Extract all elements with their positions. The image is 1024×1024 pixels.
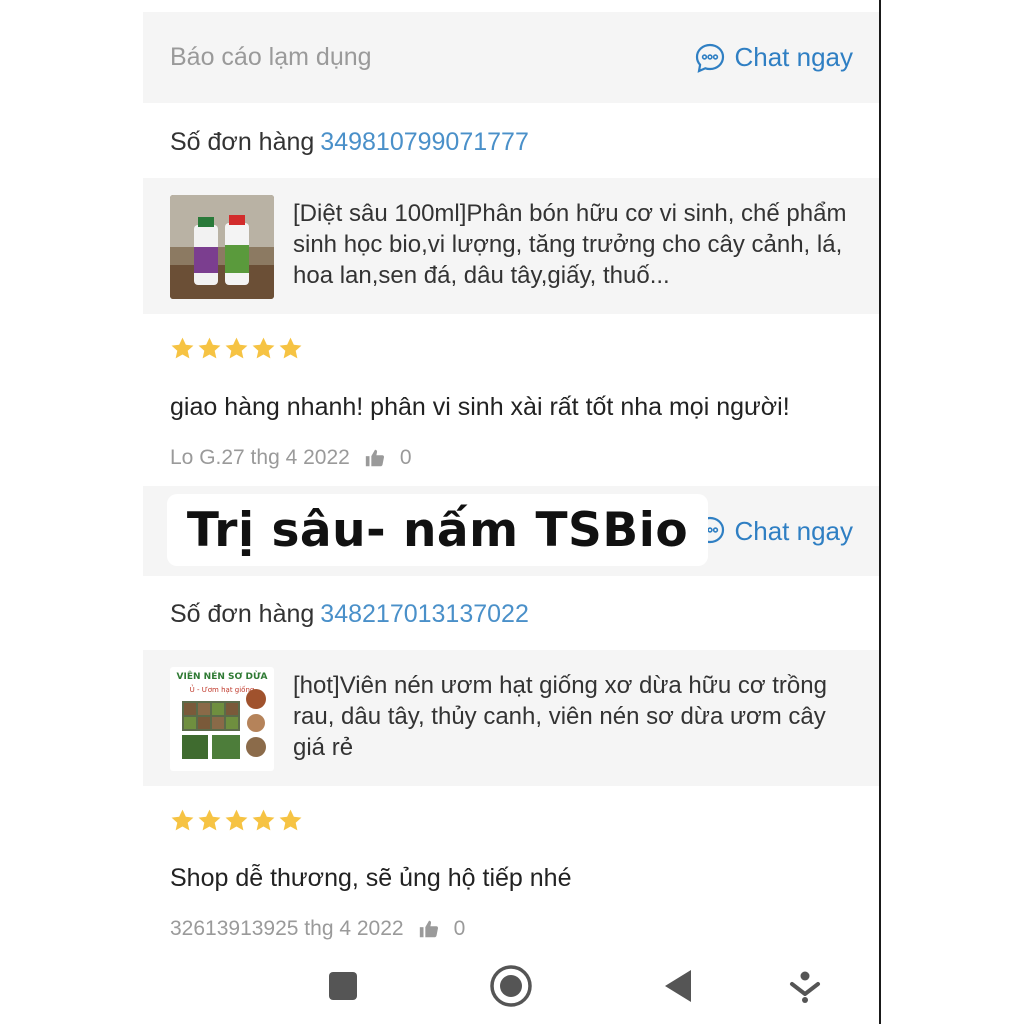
order-label: Số đơn hàng [170,128,315,156]
order-number-row-2: Số đơn hàng 348217013137022 [170,594,529,634]
chat-bubble-icon [696,43,725,73]
chat-now-button-2[interactable]: Chat ngay [694,486,853,576]
star-icon [225,337,248,359]
reviewer-date: Lo G.27 thg 4 2022 [170,446,350,469]
product-thumbnail[interactable] [170,195,274,299]
right-edge-rule [879,0,881,1024]
star-icon [225,809,248,831]
product-thumbnail-2[interactable]: VIÊN NÉN SƠ DỪA Ủ - Ươm hạt giống [170,667,274,771]
star-icon [252,337,275,359]
seedling-pellets-image [182,689,266,759]
order-number[interactable]: 348217013137022 [320,600,529,628]
assist-icon[interactable] [783,964,827,1008]
chat-now-label: Chat ngay [734,42,853,72]
back-triangle-icon[interactable] [657,964,701,1008]
report-bar: Báo cáo lạm dụng Chat ngay [143,12,879,103]
review-text: giao hàng nhanh! phân vi sinh xài rất tố… [170,393,790,421]
star-icon [171,809,194,831]
caption-text: Trị sâu- nấm TSBio [186,502,689,558]
pesticide-bottles-image [170,195,274,299]
star-icon [198,337,221,359]
rating-stars-2 [170,808,303,836]
square-icon[interactable] [321,964,365,1008]
report-abuse-link[interactable]: Báo cáo lạm dụng [170,12,372,103]
circle-home-icon[interactable] [489,964,533,1008]
star-icon [279,337,302,359]
like-count: 0 [453,917,466,940]
order-label: Số đơn hàng [170,600,315,628]
star-icon [198,809,221,831]
product-title[interactable]: [Diệt sâu 100ml]Phân bón hữu cơ vi sinh,… [293,198,853,291]
caption-overlay: Trị sâu- nấm TSBio [167,494,708,566]
review-meta-2: 32613913925 thg 4 2022 0 [170,914,465,944]
review-meta: Lo G.27 thg 4 2022 0 [170,443,412,473]
reviewer-date: 32613913925 thg 4 2022 [170,917,404,940]
order-number[interactable]: 349810799071777 [320,128,529,156]
like-count: 0 [399,446,412,469]
chat-now-button[interactable]: Chat ngay [694,12,853,103]
product-title[interactable]: [hot]Viên nén ươm hạt giống xơ dừa hữu c… [293,670,853,763]
thumbs-up-icon[interactable] [418,918,440,940]
star-icon [279,809,302,831]
review-text-2: Shop dễ thương, sẽ ủng hộ tiếp nhé [170,864,572,892]
product-card-2[interactable]: VIÊN NÉN SƠ DỪA Ủ - Ươm hạt giống [hot]V… [143,650,879,786]
chat-now-label: Chat ngay [734,515,853,546]
top-strip [143,0,879,12]
order-number-row: Số đơn hàng 349810799071777 [170,122,529,162]
product-card[interactable]: [Diệt sâu 100ml]Phân bón hữu cơ vi sinh,… [143,178,879,314]
rating-stars [170,336,303,364]
star-icon [171,337,194,359]
thumbs-up-icon[interactable] [364,447,386,469]
android-navbar [143,946,879,1024]
star-icon [252,809,275,831]
